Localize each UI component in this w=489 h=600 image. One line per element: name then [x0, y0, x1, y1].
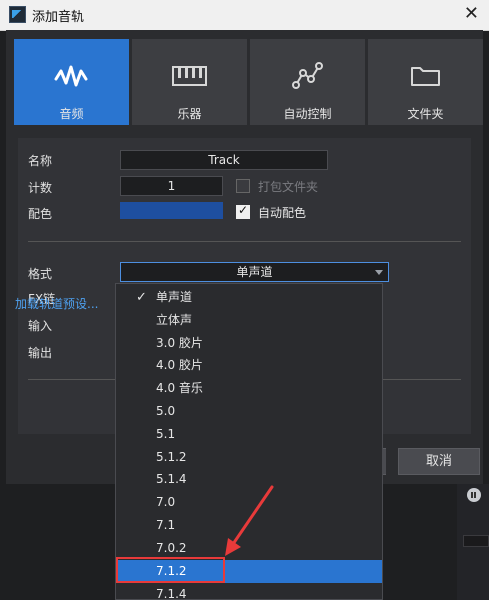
auto-color-label: 自动配色 — [258, 206, 307, 220]
format-option[interactable]: 5.1 — [116, 423, 382, 446]
window-title: 添加音轨 — [32, 10, 85, 25]
name-field[interactable]: Track — [120, 150, 328, 170]
input-label: 输入 — [28, 319, 53, 333]
name-label: 名称 — [28, 154, 53, 168]
tab-instrument-label: 乐器 — [177, 107, 202, 121]
color-swatch[interactable] — [120, 202, 223, 219]
tab-folder-label: 文件夹 — [407, 107, 444, 121]
pack-folder-checkbox[interactable] — [236, 179, 250, 193]
tab-folder[interactable]: 文件夹 — [368, 39, 483, 125]
format-option[interactable]: ✓ 单声道 — [116, 286, 382, 309]
load-track-preset-link[interactable]: 加载轨道预设... — [15, 295, 98, 312]
format-select[interactable]: 单声道 — [120, 262, 389, 282]
tab-automation-label: 自动控制 — [283, 107, 332, 121]
pack-folder-label: 打包文件夹 — [258, 180, 319, 194]
format-option[interactable]: 4.0 音乐 — [116, 377, 382, 400]
format-option[interactable]: 7.0 — [116, 491, 382, 514]
chevron-down-icon — [375, 270, 383, 275]
piano-keys-icon — [172, 66, 207, 86]
count-field[interactable]: 1 — [120, 176, 223, 196]
cancel-button[interactable]: 取消 — [398, 448, 480, 475]
background-field — [463, 535, 489, 547]
window-titlebar: 添加音轨 ✕ — [0, 0, 489, 31]
pause-icon[interactable] — [467, 488, 481, 502]
color-label: 配色 — [28, 207, 53, 221]
tab-audio-label: 音频 — [59, 107, 84, 121]
format-option[interactable]: 7.1.4 — [116, 583, 382, 599]
count-label: 计数 — [28, 181, 53, 195]
waveform-icon — [54, 65, 88, 87]
tab-audio[interactable]: 音频 — [14, 39, 129, 125]
folder-icon — [411, 67, 440, 86]
annotation-highlight-box — [116, 557, 225, 583]
format-option[interactable]: 4.0 胶片 — [116, 354, 382, 377]
format-label: 格式 — [28, 267, 53, 281]
format-option[interactable]: 7.1 — [116, 514, 382, 537]
format-option[interactable]: 3.0 胶片 — [116, 332, 382, 355]
format-dropdown-list[interactable]: ✓ 单声道 立体声 3.0 胶片 4.0 胶片 4.0 音乐 5.0 5.1 5.… — [115, 283, 383, 600]
tab-instrument[interactable]: 乐器 — [132, 39, 247, 125]
format-option[interactable]: 5.1.2 — [116, 446, 382, 469]
close-icon[interactable]: ✕ — [464, 3, 479, 25]
app-logo-icon — [9, 6, 26, 23]
format-select-value: 单声道 — [236, 265, 273, 279]
output-label: 输出 — [28, 346, 53, 360]
format-option[interactable]: 5.0 — [116, 400, 382, 423]
divider — [28, 241, 461, 242]
format-option[interactable]: 立体声 — [116, 309, 382, 332]
automation-curve-icon — [292, 62, 323, 89]
checkmark-icon: ✓ — [136, 290, 147, 305]
tab-automation[interactable]: 自动控制 — [250, 39, 365, 125]
auto-color-checkbox[interactable] — [236, 203, 250, 219]
format-option[interactable]: 5.1.4 — [116, 468, 382, 491]
